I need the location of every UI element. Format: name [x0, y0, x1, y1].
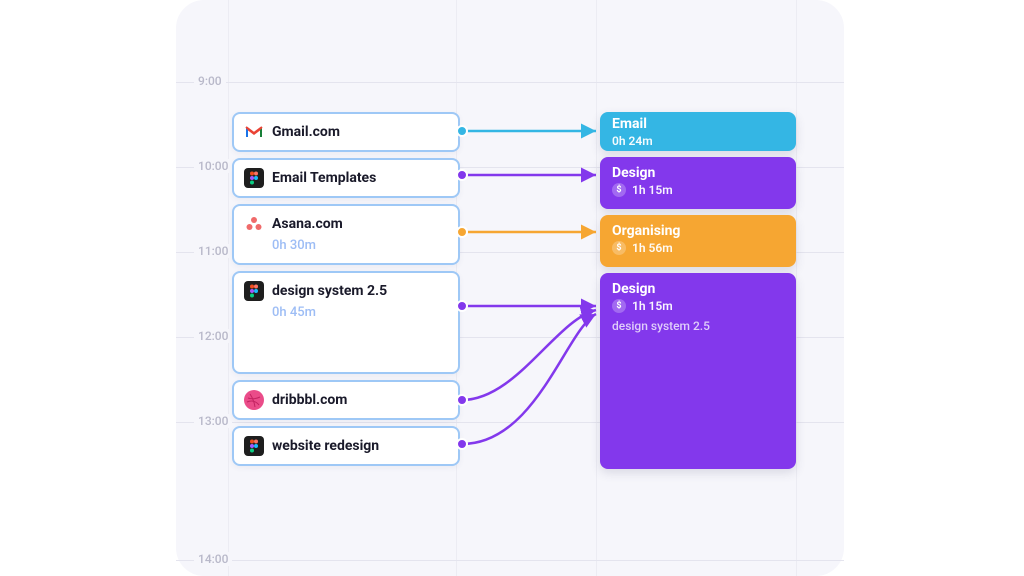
- hour-label: 11:00: [194, 244, 232, 258]
- hour-label: 12:00: [194, 329, 232, 343]
- billable-icon: $: [612, 241, 626, 255]
- source-card-website-redesign[interactable]: website redesign: [232, 426, 460, 466]
- source-title: Email Templates: [272, 170, 376, 186]
- source-title: website redesign: [272, 438, 379, 454]
- billable-icon: $: [612, 183, 626, 197]
- category-duration: 1h 15m: [632, 183, 673, 197]
- gmail-icon: [244, 122, 264, 142]
- source-duration: 0h 45m: [272, 305, 448, 320]
- source-title: design system 2.5: [272, 283, 387, 299]
- source-title: Asana.com: [272, 216, 343, 232]
- category-duration: 1h 56m: [632, 241, 673, 255]
- figma-icon: [244, 168, 264, 188]
- category-card-design[interactable]: Design $ 1h 15m: [600, 157, 796, 209]
- category-title: Design: [612, 165, 784, 181]
- category-subtitle: design system 2.5: [612, 319, 784, 333]
- hour-label: 14:00: [194, 552, 232, 566]
- source-card-dribbble[interactable]: dribbbl.com: [232, 380, 460, 420]
- category-duration: 1h 15m: [632, 299, 673, 313]
- calendar-panel: 9:00 10:00 11:00 12:00 13:00 14:00 Gmail…: [176, 0, 844, 576]
- figma-icon: [244, 281, 264, 301]
- category-title: Organising: [612, 223, 784, 239]
- category-card-organising[interactable]: Organising $ 1h 56m: [600, 215, 796, 267]
- hour-label: 13:00: [194, 414, 232, 428]
- category-card-email[interactable]: Email 0h 24m: [600, 112, 796, 151]
- source-duration: 0h 30m: [272, 238, 448, 253]
- source-card-email-templates[interactable]: Email Templates: [232, 158, 460, 198]
- category-title: Design: [612, 281, 784, 297]
- category-list: Email 0h 24m Design $ 1h 15m Organising …: [600, 112, 796, 469]
- source-list: Gmail.com Email Templates Asana.com 0h 3…: [232, 112, 460, 466]
- category-title: Email: [612, 116, 784, 132]
- category-card-design-2[interactable]: Design $ 1h 15m design system 2.5: [600, 273, 796, 469]
- billable-icon: $: [612, 299, 626, 313]
- dribbble-icon: [244, 390, 264, 410]
- asana-icon: [244, 214, 264, 234]
- hour-label: 10:00: [194, 159, 232, 173]
- source-card-design-system[interactable]: design system 2.5 0h 45m: [232, 271, 460, 374]
- source-title: Gmail.com: [272, 124, 340, 140]
- source-card-gmail[interactable]: Gmail.com: [232, 112, 460, 152]
- figma-icon: [244, 436, 264, 456]
- source-title: dribbbl.com: [272, 392, 347, 408]
- hour-label: 9:00: [194, 74, 226, 88]
- source-card-asana[interactable]: Asana.com 0h 30m: [232, 204, 460, 265]
- category-duration: 0h 24m: [612, 134, 653, 148]
